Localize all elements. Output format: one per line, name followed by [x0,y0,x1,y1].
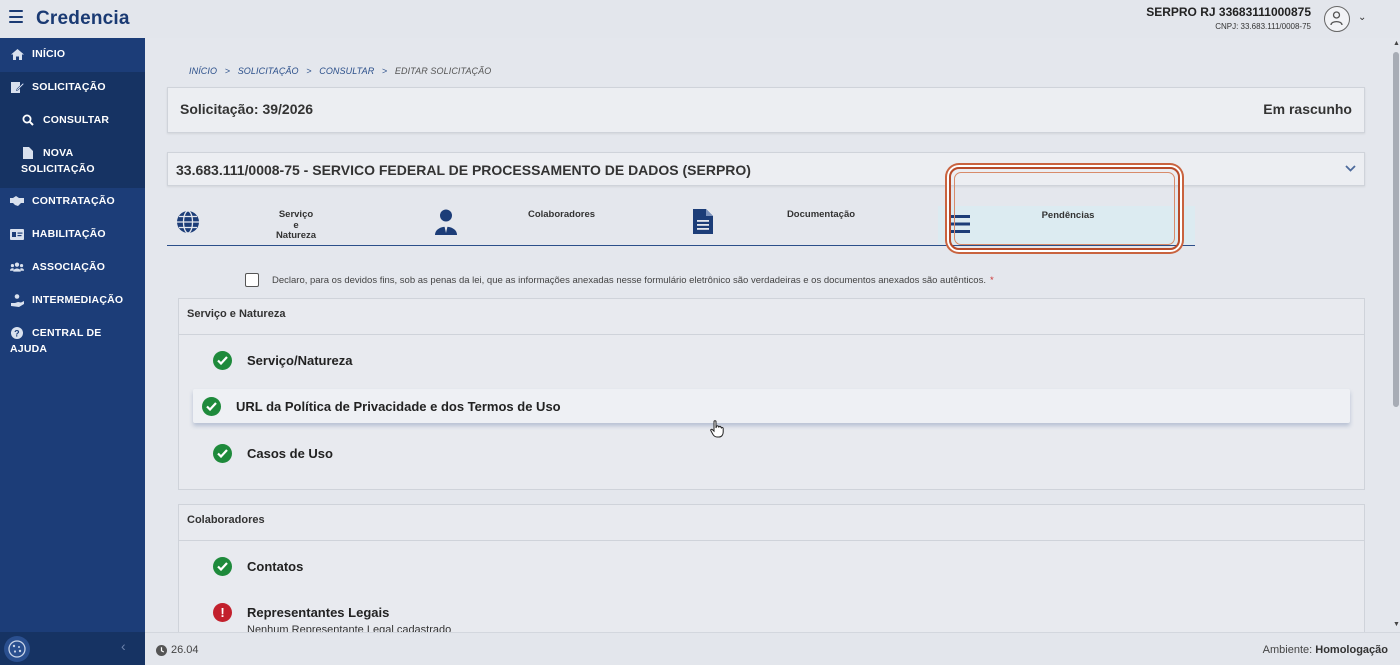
scroll-down-icon[interactable]: ▼ [1393,621,1400,628]
clock-icon [156,644,167,656]
document-icon [693,209,713,237]
sidebar-item-central-ajuda[interactable]: ? CENTRAL DE [10,327,155,339]
hand-person-icon [10,293,24,307]
breadcrumb-solicitacao[interactable]: SOLICITAÇÃO [238,66,299,76]
tab-servico-natureza[interactable]: Serviço e Natureza [167,206,424,244]
declaration-checkbox[interactable] [245,273,259,287]
environment-info: Ambiente: Homologação [1262,644,1388,656]
check-circle-icon [213,444,232,463]
pending-item-url-politica[interactable]: URL da Política de Privacidade e dos Ter… [202,397,561,416]
pending-item-contatos[interactable]: Contatos [213,557,303,576]
pending-item-casos-uso[interactable]: Casos de Uso [213,444,333,463]
collapse-sidebar-icon[interactable]: ‹ [121,638,126,654]
help-icon: ? [10,327,24,339]
highlight-frame [949,167,1180,250]
handshake-icon [10,195,24,207]
globe-icon [176,210,200,237]
user-name: SERPRO RJ 33683111000875 [1146,5,1311,19]
page-title: Solicitação: 39/2026 [180,101,314,117]
section-title: Colaboradores [179,505,1364,541]
breadcrumb-consultar[interactable]: CONSULTAR [319,66,374,76]
app-brand[interactable]: Credencia [36,8,130,30]
chevron-down-icon[interactable] [1345,163,1356,175]
id-card-icon [10,228,24,240]
scroll-up-icon[interactable]: ▲ [1393,40,1400,47]
home-icon [10,48,24,60]
solicitacao-header-card: Solicitação: 39/2026 Em rascunho [167,87,1365,133]
menu-icon[interactable] [9,10,23,23]
sidebar-item-inicio[interactable]: INÍCIO [10,48,155,60]
declaration-text[interactable]: Declaro, para os devidos fins, sob as pe… [272,275,994,286]
status-badge: Em rascunho [1263,101,1352,117]
sidebar-bottom-bar: ‹ [0,632,145,665]
main-content: INÍCIO > SOLICITAÇÃO > CONSULTAR > EDITA… [145,38,1400,632]
cookie-icon[interactable] [4,636,30,662]
tab-documentacao[interactable]: Documentação [681,206,938,244]
pending-item-servico-natureza[interactable]: Serviço/Natureza [213,351,353,370]
pending-item-message: Nenhum Representante Legal cadastrado [247,624,452,632]
sidebar-item-central-ajuda-line2[interactable]: AJUDA [10,343,155,355]
scroll-thumb[interactable] [1393,52,1399,407]
company-accordion[interactable]: 33.683.111/0008-75 - SERVICO FEDERAL DE … [167,152,1365,186]
edit-icon [10,81,24,93]
tab-colaboradores[interactable]: Colaboradores [424,206,681,244]
check-circle-icon [213,557,232,576]
sidebar-item-habilitacao[interactable]: HABILITAÇÃO [10,228,155,240]
hand-cursor-icon [710,420,724,443]
version-info: 26.04 [156,644,199,656]
user-icon [1330,11,1343,26]
breadcrumb: INÍCIO > SOLICITAÇÃO > CONSULTAR > EDITA… [189,66,492,76]
sidebar-item-intermediacao[interactable]: INTERMEDIAÇÃO [10,293,155,307]
user-cnpj: CNPJ: 33.683.111/0008-75 [1215,22,1311,31]
sidebar-item-contratacao[interactable]: CONTRATAÇÃO [10,195,155,207]
person-icon [434,209,458,238]
breadcrumb-inicio[interactable]: INÍCIO [189,66,217,76]
sidebar-item-solicitacao[interactable]: SOLICITAÇÃO [10,81,155,93]
svg-text:?: ? [14,329,20,339]
user-avatar-button[interactable] [1324,6,1350,32]
file-icon [21,147,35,159]
top-bar: Credencia SERPRO RJ 33683111000875 CNPJ:… [0,0,1400,38]
pending-item-representantes[interactable]: ! Representantes Legais Nenhum Represent… [213,603,451,632]
sidebar-item-associacao[interactable]: ASSOCIAÇÃO [10,261,155,273]
company-title: 33.683.111/0008-75 - SERVICO FEDERAL DE … [176,162,751,178]
footer: 26.04 Ambiente: Homologação [145,632,1400,665]
sidebar: INÍCIO SOLICITAÇÃO CONSULTAR NOVA SOLICI… [0,38,145,665]
section-title: Serviço e Natureza [179,299,1364,335]
error-circle-icon: ! [213,603,232,622]
check-circle-icon [213,351,232,370]
check-circle-icon [202,397,221,416]
scrollbar[interactable]: ▲ ▼ [1392,38,1400,632]
breadcrumb-editar: EDITAR SOLICITAÇÃO [394,66,492,76]
chevron-down-icon[interactable]: ⌄ [1358,12,1366,23]
users-icon [10,261,24,273]
search-icon [21,114,35,126]
